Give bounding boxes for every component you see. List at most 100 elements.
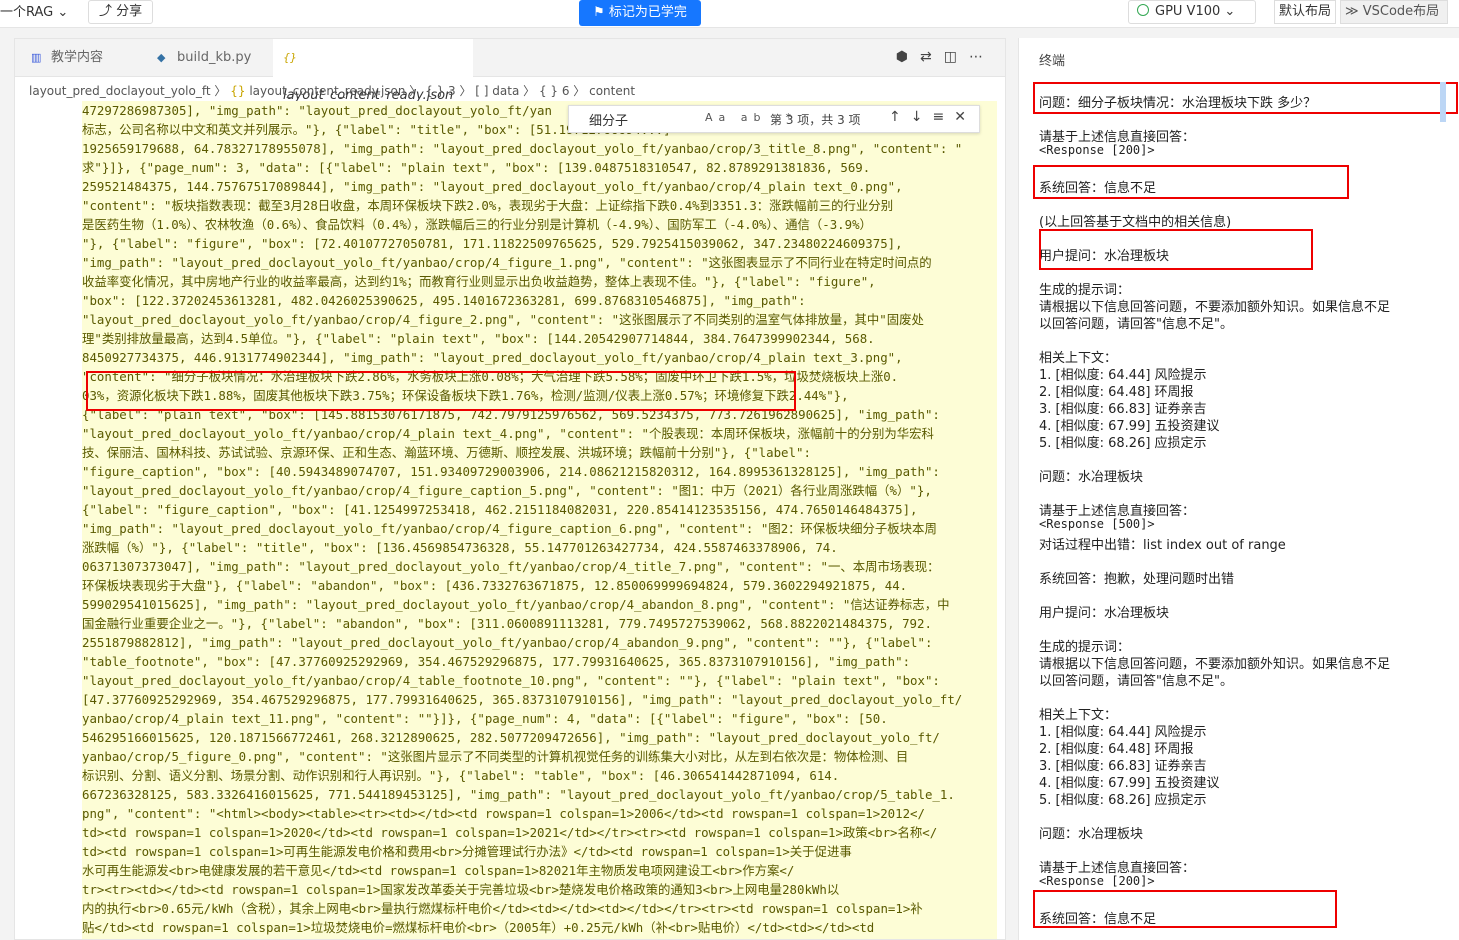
more-icon[interactable]: ⋯ [969, 49, 995, 65]
share-icon: ⤴ [99, 4, 113, 19]
flag-icon: ⚑ [593, 5, 605, 20]
default-layout-button[interactable]: 默认布局 [1274, 0, 1337, 24]
tab-label: build_kb.py [177, 50, 252, 65]
gpu-label: GPU V100 [1155, 4, 1221, 19]
code-line: "img_path": "layout_pred_doclayout_yolo_… [82, 521, 937, 536]
terminal-line: 以回答问题，请回答"信息不足"。 [1039, 317, 1233, 332]
find-controls: ↑↓≡✕ [889, 109, 976, 125]
terminal-line: <Response [200]> [1039, 874, 1155, 888]
compare-icon[interactable]: ⇄ [920, 49, 944, 65]
tab-label: 教学内容 [51, 50, 104, 65]
code-line: 8450927734375, 446.9131774902344], "img_… [82, 350, 903, 365]
tab-actions: ⬢⇄◫⋯ [896, 49, 995, 65]
code-line: 国金融行业重要企业之一。"}, {"label": "abandon", "bo… [82, 616, 932, 631]
menu-icon[interactable]: ≡ [932, 109, 954, 125]
highlight-box [1033, 165, 1349, 199]
code-line: "layout_pred_doclayout_yolo_ft/yanbao/cr… [82, 312, 924, 327]
code-line: 理"类别排放量最高，达到4.5单位。"}, {"label": "plain t… [82, 331, 875, 346]
terminal-line: 用户提问：水冶理板块 [1039, 606, 1170, 621]
breadcrumb-folder[interactable]: layout_pred_doclayout_yolo_ft [29, 84, 211, 98]
code-line: 259521484375, 144.75767517089844], "img_… [82, 179, 903, 194]
run-icon[interactable]: ⬢ [896, 49, 920, 65]
share-button[interactable]: ⤴ 分享 [88, 0, 154, 24]
code-line: "}, {"label": "figure", "box": [72.40107… [82, 236, 903, 251]
code-line: tr><tr><td></td><td rowspan=1 colspan=1>… [82, 882, 840, 897]
code-line: 贴</td><td rowspan=1 colspan=1>垃圾焚烧电价=燃煤标… [82, 920, 875, 935]
code-line: "box": [122.37202453613281, 482.04260253… [82, 293, 806, 308]
split-editor-icon[interactable]: ◫ [944, 49, 969, 65]
book-icon: ▥ [31, 51, 42, 64]
tab-teaching-content[interactable]: ▥ 教学内容 [21, 39, 113, 77]
code-line: 667236328125, 583.3326416015625, 771.544… [82, 787, 955, 802]
mark-learned-button[interactable]: ⚑ 标记为已学完 [579, 0, 701, 26]
scrollbar-thumb[interactable] [1440, 82, 1446, 122]
find-count: 第 3 项，共 3 项 [770, 113, 861, 127]
code-line: 是医药生物（1.0%）、农林牧渔（0.6%）、食品饮料（0.4%），涨跌幅后三的… [82, 217, 872, 232]
terminal-line: (以上回答基于文档中的相关信息) [1039, 215, 1232, 230]
code-line: yanbao/crop/5_figure_0.png", "content": … [82, 749, 909, 764]
terminal-line: <Response [200]> [1039, 143, 1155, 157]
power-icon [1137, 4, 1149, 16]
highlight-box [1039, 229, 1313, 270]
code-line: "layout_pred_doclayout_yolo_ft/yanbao/cr… [82, 673, 940, 688]
breadcrumb-file[interactable]: layout_content_ready.json [249, 84, 405, 98]
default-layout-label: 默认布局 [1279, 4, 1332, 19]
code-line: "content": "板块指数表现：截至3月28日收盘，本周环保板块下跌2.0… [82, 198, 894, 213]
code-line: 1925659179688, 64.78327178955078], "img_… [82, 141, 963, 156]
close-icon[interactable]: ✕ [954, 109, 976, 125]
code-line: 内的执行<br>0.65元/kWh（含税），其余上网电<br>量执行燃煤标杆电价… [82, 901, 923, 916]
terminal-line: 5. [相似度: 68.26] 应损定示 [1039, 793, 1207, 808]
breadcrumb: layout_pred_doclayout_yolo_ft 〉 {} layou… [29, 84, 636, 98]
vscode-layout-label: VSCode布局 [1362, 4, 1440, 19]
code-line: 599029541015625], "img_path": "layout_pr… [82, 597, 950, 612]
code-line: 06371307373047], "img_path": "layout_pre… [82, 559, 940, 574]
arrow-down-icon[interactable]: ↓ [911, 109, 933, 125]
code-line: "img_path": "layout_pred_doclayout_yolo_… [82, 255, 932, 270]
code-line: 2551879882812], "img_path": "layout_pred… [82, 635, 933, 650]
terminal-line: 问题：水冶理板块 [1039, 827, 1144, 842]
python-icon: ◆ [157, 51, 166, 64]
code-line: 546295166015625, 120.1871566772461, 268.… [82, 730, 940, 745]
highlight-box [86, 371, 796, 411]
code-line: 收益率变化情况，其中房地产行业的收益率最高，达到约1%；而教育行业则显示出负收益… [82, 274, 876, 289]
mark-learned-label: 标记为已学完 [608, 5, 687, 20]
code-line: [47.37760925292969, 354.467529296875, 17… [82, 692, 963, 707]
project-selector[interactable]: 一个RAG ⌄ [0, 2, 74, 24]
project-name: 一个RAG [0, 5, 54, 20]
terminal-title: 终端 [1039, 54, 1066, 69]
chevron-down-icon: ⌄ [1224, 4, 1236, 19]
terminal-line: 系统回答：抱歉，处理问题时出错 [1039, 572, 1235, 587]
code-line: td><td rowspan=1 colspan=1>2020</td><td … [82, 825, 938, 840]
gpu-selector[interactable]: GPU V100 ⌄ [1128, 0, 1256, 24]
tab-layout-json[interactable]: {}layout_content_ready.json ✕ [273, 39, 473, 141]
code-line: {"label": "figure_caption", "box": [41.1… [82, 502, 918, 517]
code-line: 技、保丽洁、国林科技、苏试试验、京源环保、正和生态、瀚蓝环境、万德斯、顺控发展、… [82, 445, 811, 460]
breadcrumb-path[interactable]: { } 3 〉 [ ] data 〉 { } 6 〉 content [425, 84, 635, 98]
highlight-box [1033, 82, 1458, 114]
json-icon: {} [230, 84, 246, 98]
vscode-icon: ≫ [1345, 4, 1359, 19]
code-line: 求"}]}, {"page_num": 3, "data": [{"label"… [82, 160, 871, 175]
vscode-layout-button[interactable]: ≫ VSCode布局 [1340, 0, 1448, 24]
code-line: td><td rowspan=1 colspan=1>可再生能源发电价格和费用<… [82, 844, 852, 859]
code-line: 涨跌幅（%）"}, {"label": "title", "box": [136… [82, 540, 838, 555]
json-icon: {} [283, 51, 297, 64]
code-line: yanbao/crop/4_plain text_11.png", "conte… [82, 711, 888, 726]
terminal-line: 以回答问题，请回答"信息不足"。 [1039, 674, 1233, 689]
terminal-line: 问题：水冶理板块 [1039, 470, 1144, 485]
code-line: "layout_pred_doclayout_yolo_ft/yanbao/cr… [82, 426, 934, 441]
terminal-line: 5. [相似度: 68.26] 应损定示 [1039, 436, 1207, 451]
find-widget: Aa ab .* 第 3 项，共 3 项 ↑↓≡✕ [568, 105, 980, 133]
terminal-line: <Response [500]> [1039, 517, 1155, 531]
editor-tabs: ▥ 教学内容 ◆ build_kb.py {}layout_content_read… [15, 39, 1005, 141]
code-view[interactable]: 47297286987305], "img_path": "layout_pre… [82, 101, 997, 939]
chevron-down-icon: ⌄ [57, 5, 69, 20]
top-bar: 一个RAG ⌄ ⤴ 分享 ⚑ 标记为已学完 GPU V100 ⌄ 默认布局 ≫ … [0, 0, 1459, 28]
tab-build-kb[interactable]: ◆ build_kb.py [147, 39, 261, 77]
code-line: "layout_pred_doclayout_yolo_ft/yanbao/cr… [82, 483, 932, 498]
highlight-box [1033, 890, 1337, 928]
code-line: "figure_caption", "box": [40.59434890747… [82, 464, 940, 479]
terminal-pane: 终端 问题：细分子板块情况：水治理板块下跌 多少？ 请基于上述信息直接回答： <Re… [1018, 38, 1459, 940]
code-line: 标识别、分割、语义分割、场景分割、动作识别和行人再识别。"}, {"label"… [82, 768, 840, 783]
arrow-up-icon[interactable]: ↑ [889, 109, 911, 125]
